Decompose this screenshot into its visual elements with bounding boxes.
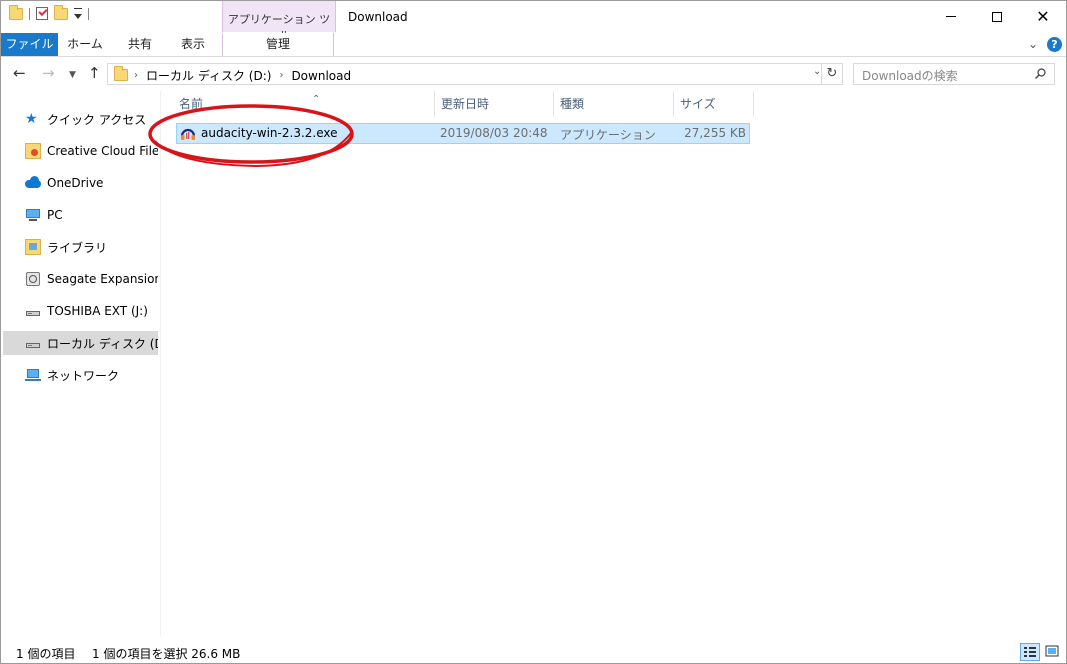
column-headers: 名前 ⌃ 更新日時 種類 サイズ [161, 91, 761, 117]
navigation-bar: ← → ▼ ↑ › ローカル ディスク (D:) › Download ⌄ ↻ … [1, 57, 1066, 91]
address-folder-icon [114, 66, 128, 81]
breadcrumb-chevron-icon[interactable]: › [279, 70, 283, 81]
breadcrumb-chevron-icon[interactable]: › [134, 70, 138, 81]
search-icon [1035, 68, 1046, 79]
breadcrumb-folder[interactable]: Download [291, 69, 351, 83]
file-name: audacity-win-2.3.2.exe [201, 126, 338, 140]
status-item-count: 1 個の項目 [16, 647, 76, 661]
drive-icon [25, 303, 41, 319]
status-bar: 1 個の項目 1 個の項目を選択 26.6 MB [1, 641, 1066, 663]
large-icons-view-icon [1045, 645, 1059, 657]
sidebar-item-label: TOSHIBA EXT (J:) [47, 304, 148, 318]
column-header-type[interactable]: 種類 [554, 91, 674, 117]
sidebar-item-toshiba[interactable]: TOSHIBA EXT (J:) [3, 299, 158, 323]
sidebar-item-network[interactable]: ネットワーク [3, 363, 158, 387]
sidebar-item-creative-cloud[interactable]: Creative Cloud Files [3, 139, 158, 163]
file-size: 27,255 KB [684, 126, 746, 140]
customize-qat-icon[interactable] [74, 8, 82, 19]
library-icon [25, 239, 41, 255]
close-icon: ✕ [1036, 6, 1050, 26]
new-folder-icon[interactable] [54, 4, 68, 20]
tab-view[interactable]: 表示 [169, 33, 217, 56]
sidebar-item-label: OneDrive [47, 176, 104, 190]
search-placeholder: Downloadの検索 [862, 69, 958, 83]
breadcrumb-drive[interactable]: ローカル ディスク (D:) [146, 67, 271, 84]
file-date: 2019/08/03 20:48 [440, 126, 548, 140]
sidebar-item-seagate[interactable]: Seagate Expansion Drive [3, 267, 158, 291]
sidebar-item-label: Seagate Expansion Drive [47, 272, 158, 286]
properties-icon[interactable] [36, 7, 48, 20]
title-bar: アプリケーション ツール Download ✕ [1, 1, 1066, 42]
network-icon [25, 367, 41, 383]
search-input[interactable]: Downloadの検索 [853, 63, 1055, 85]
tab-home[interactable]: ホーム [61, 33, 109, 56]
breadcrumb: › ローカル ディスク (D:) › Download [134, 67, 351, 84]
quick-access-toolbar [9, 4, 89, 20]
details-view-button[interactable] [1020, 643, 1040, 661]
recent-locations-chevron-icon[interactable]: ▼ [69, 67, 76, 83]
star-icon: ★ [25, 111, 38, 127]
creative-cloud-folder-icon [25, 143, 41, 159]
qat-separator [29, 7, 30, 20]
column-header-size[interactable]: サイズ [674, 91, 754, 117]
ribbon-expand-icon[interactable]: ⌄ [1028, 37, 1038, 51]
pc-icon [25, 207, 41, 223]
sidebar-item-label: Creative Cloud Files [47, 144, 158, 158]
sort-ascending-icon: ⌃ [312, 94, 321, 105]
application-tools-tab-group: アプリケーション ツール [222, 1, 336, 42]
minimize-icon [946, 16, 956, 17]
column-header-name[interactable]: 名前 ⌃ [173, 91, 435, 117]
ribbon-tabs: ファイル ホーム 共有 表示 管理 ⌄ ? [1, 33, 1066, 57]
navigation-pane: ★ クイック アクセス Creative Cloud Files OneDriv… [1, 91, 161, 636]
window-title: Download [348, 10, 408, 24]
sidebar-item-library[interactable]: ライブラリ [3, 235, 158, 259]
maximize-icon [992, 11, 1002, 22]
sidebar-item-onedrive[interactable]: OneDrive [3, 171, 158, 195]
back-arrow-icon[interactable]: ← [13, 65, 26, 81]
column-header-label: 名前 [179, 97, 204, 111]
file-type: アプリケーション [560, 128, 656, 142]
minimize-button[interactable] [928, 1, 974, 32]
maximize-button[interactable] [974, 1, 1020, 32]
close-button[interactable]: ✕ [1020, 1, 1066, 32]
sidebar-item-label: ライブラリ [47, 240, 108, 255]
file-row[interactable]: audacity-win-2.3.2.exe 2019/08/03 20:48 … [176, 123, 750, 144]
help-icon[interactable]: ? [1047, 37, 1062, 52]
explorer-window: アプリケーション ツール Download ✕ ファイル ホーム 共有 表示 管… [0, 0, 1067, 664]
sidebar-item-label: ローカル ディスク (D:) [47, 336, 158, 351]
tab-share[interactable]: 共有 [116, 33, 164, 56]
sidebar-item-label: ネットワーク [47, 368, 120, 383]
sidebar-item-pc[interactable]: PC [3, 203, 158, 227]
onedrive-cloud-icon [25, 175, 41, 191]
forward-arrow-icon[interactable]: → [42, 65, 55, 81]
sidebar-item-label: クイック アクセス [47, 112, 147, 127]
drive-icon [25, 335, 41, 351]
up-arrow-icon[interactable]: ↑ [88, 65, 101, 81]
audacity-app-icon [180, 128, 196, 140]
column-header-date[interactable]: 更新日時 [435, 91, 554, 117]
sidebar-item-quick-access[interactable]: ★ クイック アクセス [3, 107, 158, 131]
file-list: 名前 ⌃ 更新日時 種類 サイズ audacity-win-2.3.2.exe … [161, 91, 1066, 636]
status-selection: 1 個の項目を選択 26.6 MB [92, 647, 241, 661]
tab-file[interactable]: ファイル [1, 33, 58, 56]
folder-icon [9, 4, 23, 20]
sidebar-item-local-disk-d[interactable]: ローカル ディスク (D:) [3, 331, 158, 355]
hdd-icon [25, 271, 41, 287]
details-view-icon [1024, 647, 1036, 657]
large-icons-view-button[interactable] [1043, 643, 1063, 661]
refresh-icon[interactable]: ↻ [821, 63, 843, 85]
address-bar[interactable]: › ローカル ディスク (D:) › Download ⌄ [107, 63, 843, 85]
sidebar-item-label: PC [47, 208, 63, 222]
qat-separator [88, 7, 89, 20]
tab-manage[interactable]: 管理 [222, 33, 334, 56]
